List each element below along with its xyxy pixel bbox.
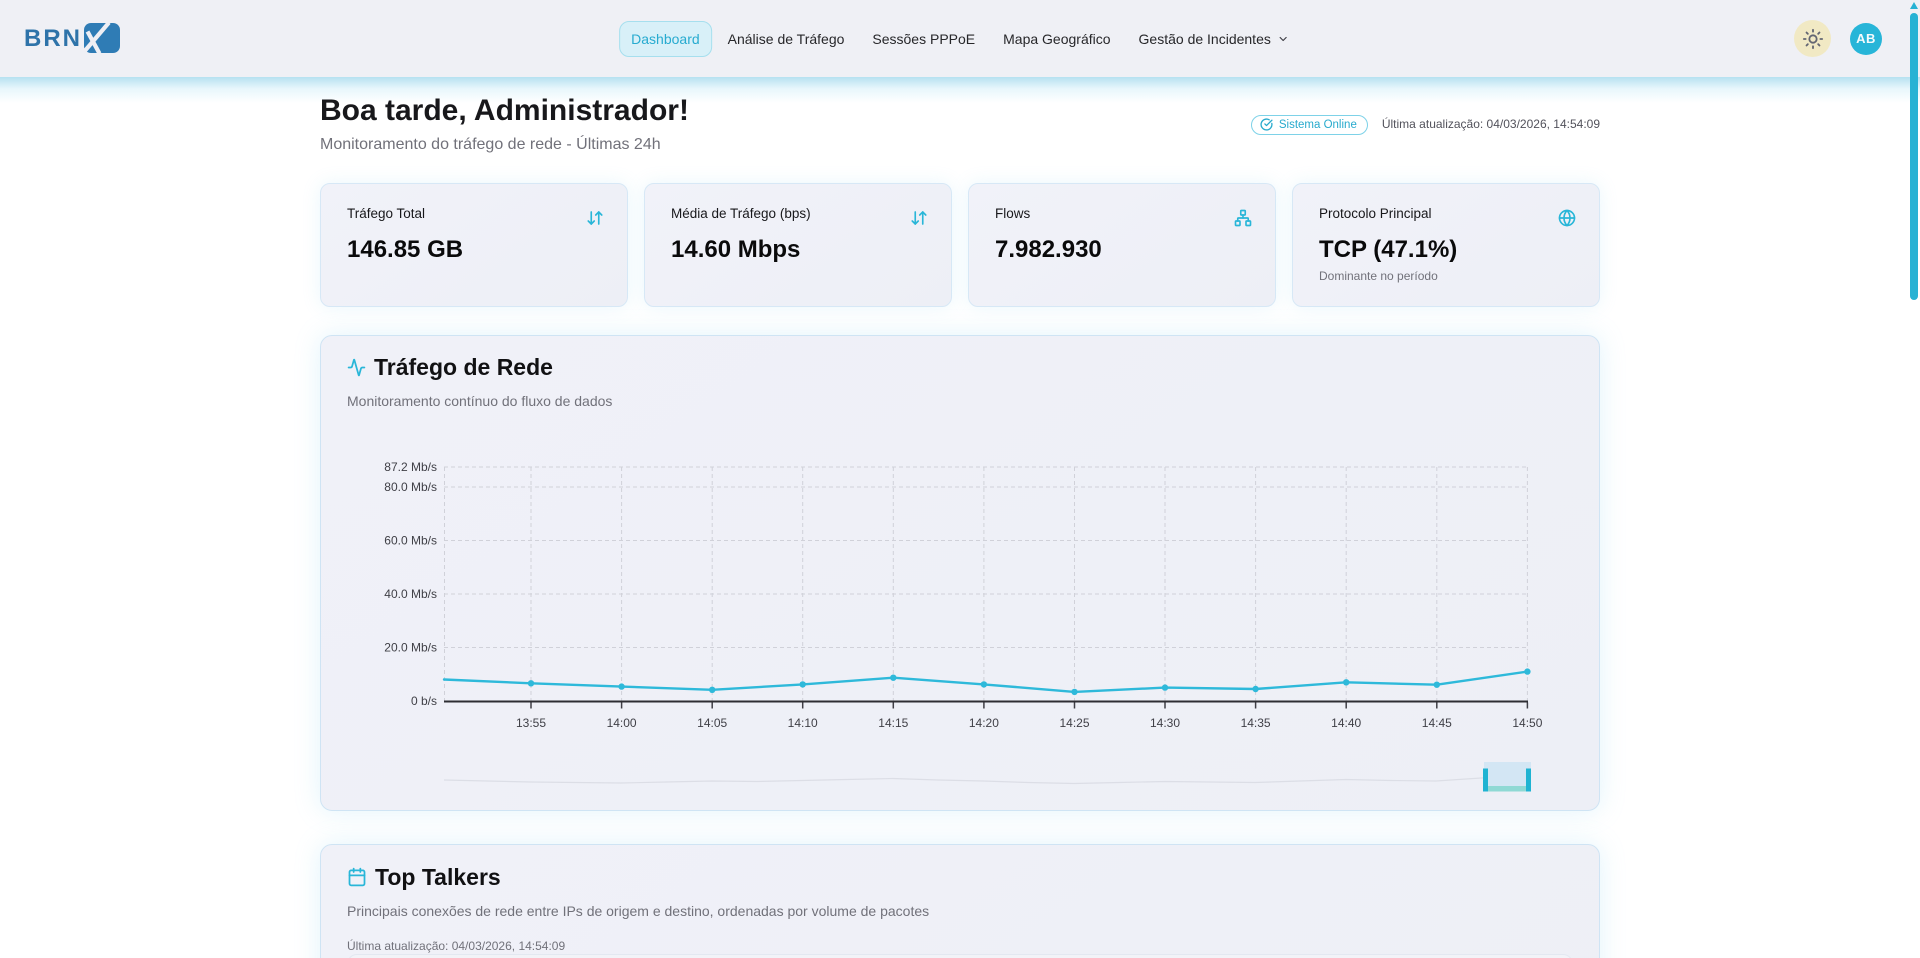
svg-text:14:45: 14:45: [1422, 716, 1452, 730]
svg-text:14:25: 14:25: [1059, 716, 1089, 730]
svg-text:14:40: 14:40: [1331, 716, 1361, 730]
svg-text:13:55: 13:55: [516, 716, 546, 730]
svg-text:14:15: 14:15: [878, 716, 908, 730]
svg-text:20.0 Mb/s: 20.0 Mb/s: [384, 641, 437, 655]
svg-text:14:35: 14:35: [1241, 716, 1271, 730]
svg-text:14:20: 14:20: [969, 716, 999, 730]
svg-text:60.0 Mb/s: 60.0 Mb/s: [384, 534, 437, 548]
svg-text:87.2 Mb/s: 87.2 Mb/s: [384, 460, 437, 474]
svg-text:14:00: 14:00: [607, 716, 637, 730]
svg-text:0 b/s: 0 b/s: [411, 694, 437, 708]
svg-text:14:50: 14:50: [1512, 716, 1542, 730]
svg-text:14:10: 14:10: [788, 716, 818, 730]
svg-text:14:30: 14:30: [1150, 716, 1180, 730]
svg-text:14:05: 14:05: [697, 716, 727, 730]
svg-text:40.0 Mb/s: 40.0 Mb/s: [384, 587, 437, 601]
svg-text:80.0 Mb/s: 80.0 Mb/s: [384, 480, 437, 494]
